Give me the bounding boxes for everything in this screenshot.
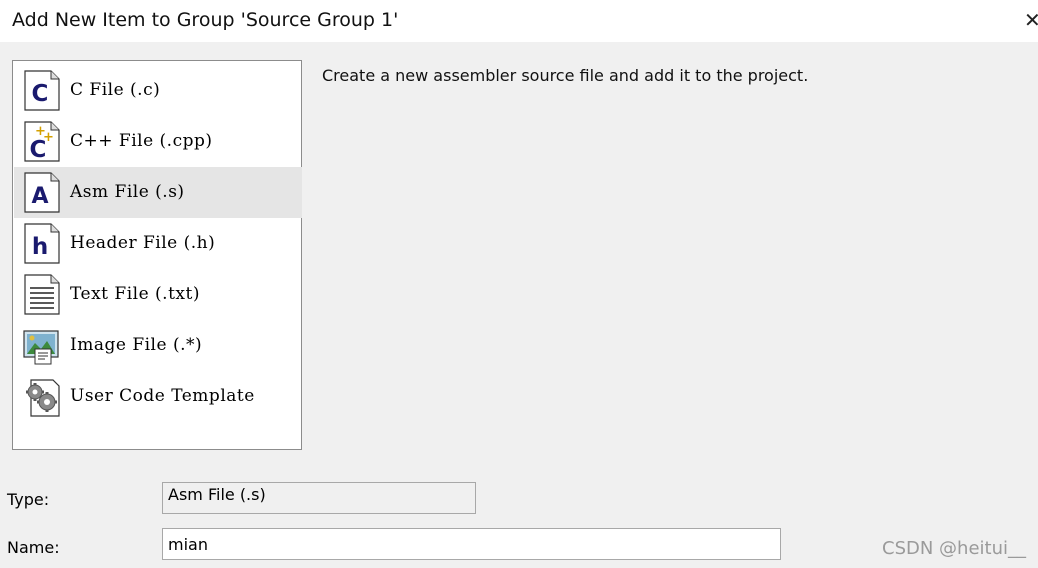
list-item-asm-file[interactable]: A Asm File (.s) xyxy=(14,167,302,218)
item-description: Create a new assembler source file and a… xyxy=(322,66,809,85)
list-item-label: Header File (.h) xyxy=(70,233,216,253)
list-item-c-file[interactable]: C C File (.c) xyxy=(14,65,302,116)
list-item-label: User Code Template xyxy=(70,386,255,406)
image-file-icon xyxy=(23,330,59,365)
list-item-cpp-file[interactable]: C + + C++ File (.cpp) xyxy=(14,116,302,167)
svg-text:C: C xyxy=(32,81,49,107)
svg-text:A: A xyxy=(31,184,48,209)
text-file-icon xyxy=(24,274,60,315)
list-item-label: Image File (.*) xyxy=(70,335,203,355)
name-label: Name: xyxy=(7,538,60,557)
asm-file-icon: A xyxy=(24,172,60,213)
list-item-header-file[interactable]: h Header File (.h) xyxy=(14,218,302,269)
file-type-list[interactable]: C C File (.c) C + + C++ File (.cpp) A As… xyxy=(12,60,302,450)
header-file-icon: h xyxy=(24,223,60,264)
c-file-icon: C xyxy=(24,70,60,111)
type-label: Type: xyxy=(7,490,50,509)
close-icon[interactable]: ✕ xyxy=(1024,8,1038,32)
watermark: CSDN @heitui__ xyxy=(882,538,1026,559)
list-item-user-code-template[interactable]: User Code Template xyxy=(14,371,302,422)
dialog-titlebar: Add New Item to Group 'Source Group 1' ✕ xyxy=(0,0,1038,42)
dialog-title: Add New Item to Group 'Source Group 1' xyxy=(12,9,399,31)
svg-text:h: h xyxy=(32,234,48,260)
svg-text:+: + xyxy=(43,130,54,145)
name-input[interactable] xyxy=(162,528,781,560)
list-item-text-file[interactable]: Text File (.txt) xyxy=(14,269,302,320)
list-item-label: Asm File (.s) xyxy=(70,182,185,202)
cpp-file-icon: C + + xyxy=(24,121,60,162)
list-item-label: Text File (.txt) xyxy=(70,284,200,304)
template-gears-icon xyxy=(26,379,60,417)
type-field: Asm File (.s) xyxy=(162,482,476,514)
list-item-label: C++ File (.cpp) xyxy=(70,131,213,151)
list-item-label: C File (.c) xyxy=(70,80,161,100)
list-item-image-file[interactable]: Image File (.*) xyxy=(14,320,302,371)
